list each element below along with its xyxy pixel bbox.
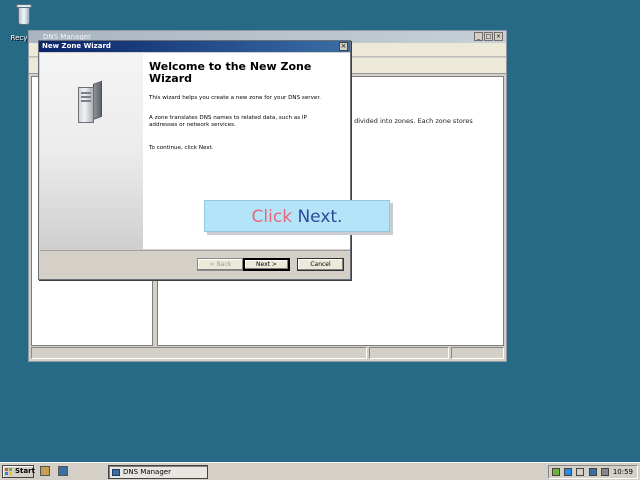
status-bar xyxy=(31,347,504,359)
server-manager-quicklaunch-icon[interactable] xyxy=(40,466,50,476)
windows-logo-icon xyxy=(5,468,13,476)
new-zone-wizard-dialog: New Zone Wizard × Welcome to the New Zon… xyxy=(38,40,351,280)
wizard-close-button[interactable]: × xyxy=(339,42,348,51)
next-button[interactable]: Next > xyxy=(243,258,290,271)
close-button[interactable]: × xyxy=(494,32,503,41)
callout-word-next: Next. xyxy=(297,207,343,227)
callout-word-click: Click xyxy=(251,207,293,227)
recycle-bin-icon xyxy=(15,2,33,26)
wizard-zone-description: A zone translates DNS names to related d… xyxy=(149,115,307,128)
wizard-footer-divider xyxy=(40,250,350,251)
status-section-2 xyxy=(369,347,449,359)
volume-tray-icon[interactable] xyxy=(576,468,584,476)
system-tray: 10:59 xyxy=(548,465,638,479)
security-tray-icon[interactable] xyxy=(589,468,597,476)
clock[interactable]: 10:59 xyxy=(613,467,633,478)
details-description: e divided into zones. Each zone stores xyxy=(348,117,473,125)
start-label: Start xyxy=(15,467,35,475)
show-desktop-quicklaunch-icon[interactable] xyxy=(58,466,68,476)
network-tray-icon[interactable] xyxy=(552,468,560,476)
update-tray-icon[interactable] xyxy=(601,468,609,476)
status-section-1 xyxy=(31,347,367,359)
monitor-tray-icon[interactable] xyxy=(564,468,572,476)
cancel-button[interactable]: Cancel xyxy=(297,258,344,271)
tutorial-callout: Click Next. xyxy=(204,200,390,232)
wizard-continue-instruction: To continue, click Next. xyxy=(149,145,214,151)
wizard-title: New Zone Wizard xyxy=(42,42,111,50)
wizard-intro-text: This wizard helps you create a new zone … xyxy=(149,95,321,101)
wizard-titlebar[interactable]: New Zone Wizard × xyxy=(39,41,350,52)
wizard-side-banner xyxy=(40,53,143,249)
taskbar-item-dns-manager[interactable]: DNS Manager xyxy=(108,465,208,479)
back-button[interactable]: < Back xyxy=(197,258,244,271)
status-section-3 xyxy=(451,347,504,359)
maximize-button[interactable]: □ xyxy=(484,32,493,41)
minimize-button[interactable]: _ xyxy=(474,32,483,41)
start-button[interactable]: Start xyxy=(2,465,35,478)
taskbar-item-label: DNS Manager xyxy=(123,468,171,476)
taskbar: Start DNS Manager 10:59 xyxy=(0,462,640,480)
dns-manager-icon xyxy=(112,469,120,476)
server-icon xyxy=(78,80,102,123)
wizard-heading: Welcome to the New Zone Wizard xyxy=(149,60,312,85)
